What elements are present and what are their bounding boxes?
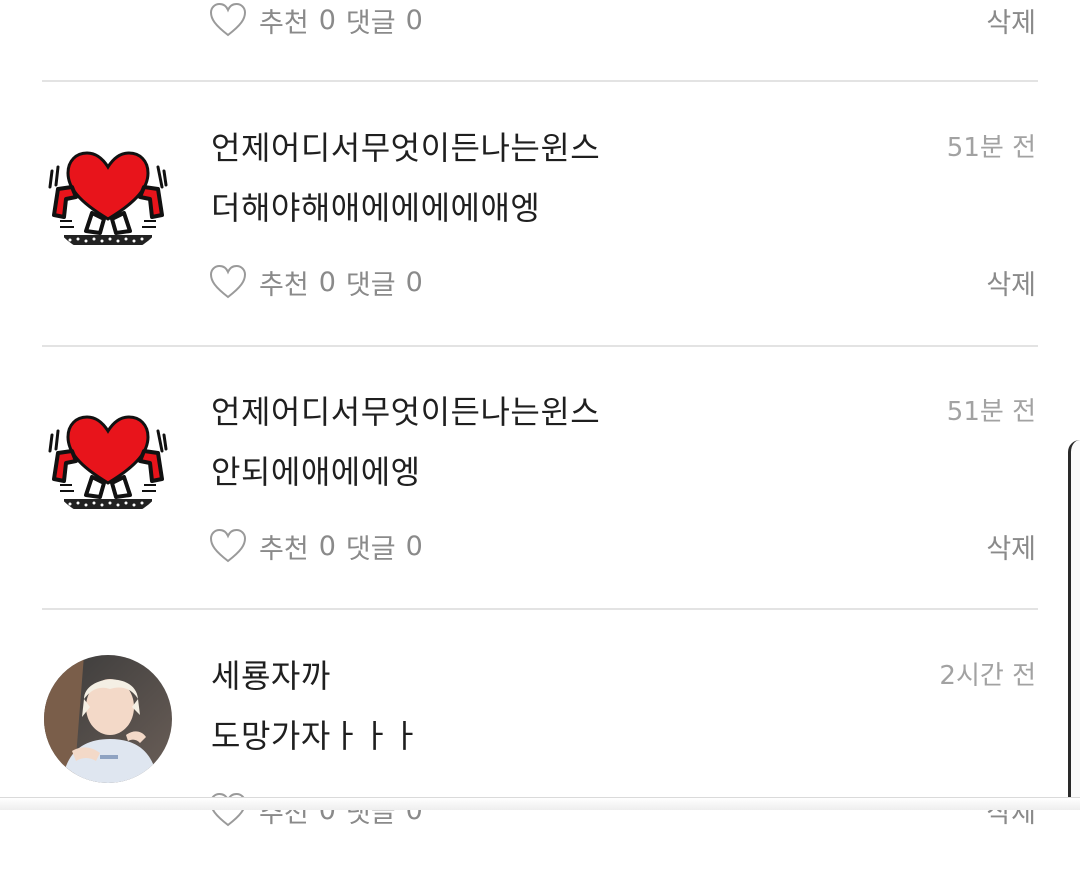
avatar[interactable] <box>44 391 172 519</box>
heart-art-icon <box>44 127 172 255</box>
like-count: 0 <box>318 266 336 298</box>
comment-actions: 추천 0 댓글 0 <box>209 262 433 302</box>
bottom-bar <box>0 797 1080 810</box>
heart-art-icon <box>44 391 172 519</box>
delete-button[interactable]: 삭제 <box>986 4 1036 44</box>
like-label: 추천 <box>259 7 309 39</box>
timestamp: 2시간 전 <box>939 661 1036 691</box>
comment-label[interactable]: 댓글 <box>346 263 396 302</box>
comment-count: 0 <box>405 4 423 36</box>
profile-photo-icon <box>44 655 172 783</box>
avatar[interactable] <box>44 127 172 255</box>
comment-actions: 추천 0 댓글 0 <box>209 790 433 830</box>
delete-button[interactable]: 삭제 <box>986 530 1036 570</box>
delete-button[interactable]: 삭제 <box>986 266 1036 306</box>
comment-text: 도망가자ㅏㅏㅏ <box>211 717 421 755</box>
avatar[interactable] <box>44 655 172 783</box>
timestamp: 51분 전 <box>946 397 1036 427</box>
comment-item: 언제어디서무엇이든나는윈스 51분 전 더해야해애에에에에애엥 추천 0 댓글 … <box>0 82 1080 346</box>
comment-count: 0 <box>405 530 423 562</box>
scroll-panel-edge[interactable] <box>1068 440 1080 810</box>
comment-feed: 추천 0 댓글 0 삭제 언제어디서무엇이든나는윈스 51분 전 더해야해애에에… <box>0 0 1080 829</box>
comment-item: 추천 0 댓글 0 삭제 <box>0 0 1080 84</box>
comment-item: 세룡자까 2시간 전 도망가자ㅏㅏㅏ 추천 0 댓글 0 삭제 <box>0 610 1080 874</box>
heart-icon[interactable] <box>209 2 247 38</box>
like-count: 0 <box>318 530 336 562</box>
timestamp: 51분 전 <box>946 133 1036 163</box>
author-name[interactable]: 언제어디서무엇이든나는윈스 <box>211 392 600 432</box>
like-label: 추천 <box>259 269 309 301</box>
heart-icon[interactable] <box>209 264 247 300</box>
comment-label[interactable]: 댓글 <box>346 1 396 40</box>
like-count: 0 <box>318 4 336 36</box>
comment-actions: 추천 0 댓글 0 <box>209 526 433 566</box>
comment-actions: 추천 0 댓글 0 <box>209 0 433 40</box>
comment-text: 더해야해애에에에에애엥 <box>211 189 541 227</box>
author-name[interactable]: 세룡자까 <box>211 656 331 696</box>
comment-count: 0 <box>405 266 423 298</box>
heart-icon[interactable] <box>209 528 247 564</box>
comment-label[interactable]: 댓글 <box>346 527 396 566</box>
like-label: 추천 <box>259 533 309 565</box>
comment-item: 언제어디서무엇이든나는윈스 51분 전 안되에애에에엥 추천 0 댓글 0 삭제 <box>0 346 1080 610</box>
comment-text: 안되에애에에엥 <box>211 453 421 491</box>
author-name[interactable]: 언제어디서무엇이든나는윈스 <box>211 128 600 168</box>
